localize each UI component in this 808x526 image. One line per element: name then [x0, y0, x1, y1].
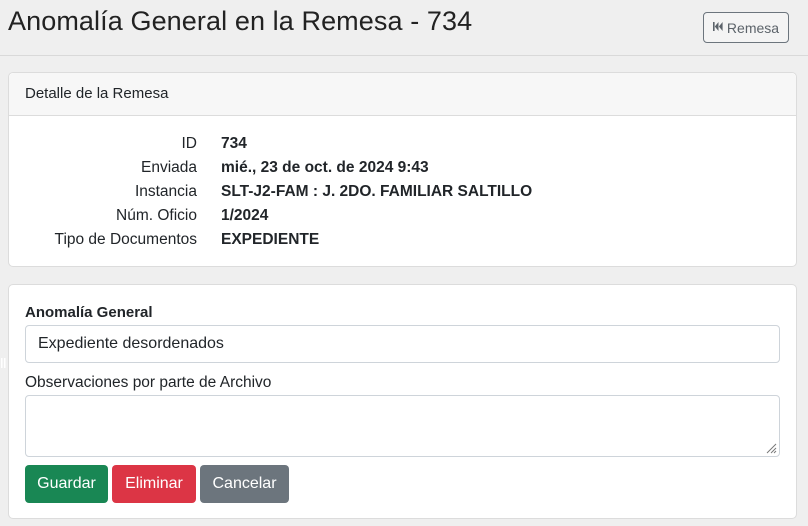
detail-row-id: ID 734	[9, 132, 796, 156]
anomaly-label: Anomalía General	[25, 304, 153, 321]
cancel-button[interactable]: Cancelar	[200, 465, 289, 503]
detail-row-sent: Enviada mié., 23 de oct. de 2024 9:43	[9, 156, 796, 180]
detail-value: SLT-J2-FAM : J. 2DO. FAMILIAR SALTILLO	[221, 183, 533, 200]
remesa-detail-card: Detalle de la Remesa ID 734 Enviada mié.…	[8, 72, 797, 267]
page: Anomalía General en la Remesa - 734 Reme…	[0, 0, 808, 526]
back-button-label: Remesa	[726, 19, 780, 36]
detail-row-document-type: Tipo de Documentos EXPEDIENTE	[9, 228, 796, 252]
card-title: Detalle de la Remesa	[9, 73, 796, 116]
observations-label: Observaciones por parte de Archivo	[25, 374, 272, 391]
detail-row-instance: Instancia SLT-J2-FAM : J. 2DO. FAMILIAR …	[9, 180, 796, 204]
detail-value: 734	[221, 135, 247, 152]
delete-button[interactable]: Eliminar	[112, 465, 196, 503]
detail-label: Enviada	[140, 159, 197, 176]
page-title: Anomalía General en la Remesa - 734	[8, 6, 473, 36]
detail-value: EXPEDIENTE	[221, 231, 320, 248]
detail-label: Instancia	[134, 183, 197, 200]
detail-row-office-number: Núm. Oficio 1/2024	[9, 204, 796, 228]
anomaly-form-card: Anomalía General Expediente desordenados…	[8, 284, 797, 519]
skip-back-icon	[712, 21, 723, 34]
detail-value: 1/2024	[221, 207, 269, 224]
page-header: Anomalía General en la Remesa - 734 Reme…	[0, 0, 808, 56]
detail-value: mié., 23 de oct. de 2024 9:43	[221, 159, 429, 176]
overlay-artifact	[1, 358, 6, 368]
detail-label: Tipo de Documentos	[54, 231, 197, 248]
detail-list: ID 734 Enviada mié., 23 de oct. de 2024 …	[9, 116, 796, 252]
back-to-remesa-button[interactable]: Remesa	[703, 12, 789, 43]
detail-label: ID	[181, 135, 198, 152]
resize-handle-icon[interactable]	[765, 442, 777, 454]
anomaly-input[interactable]: Expediente desordenados	[25, 325, 780, 363]
observations-textarea[interactable]	[25, 395, 780, 457]
detail-label: Núm. Oficio	[116, 207, 197, 224]
save-button[interactable]: Guardar	[25, 465, 108, 503]
